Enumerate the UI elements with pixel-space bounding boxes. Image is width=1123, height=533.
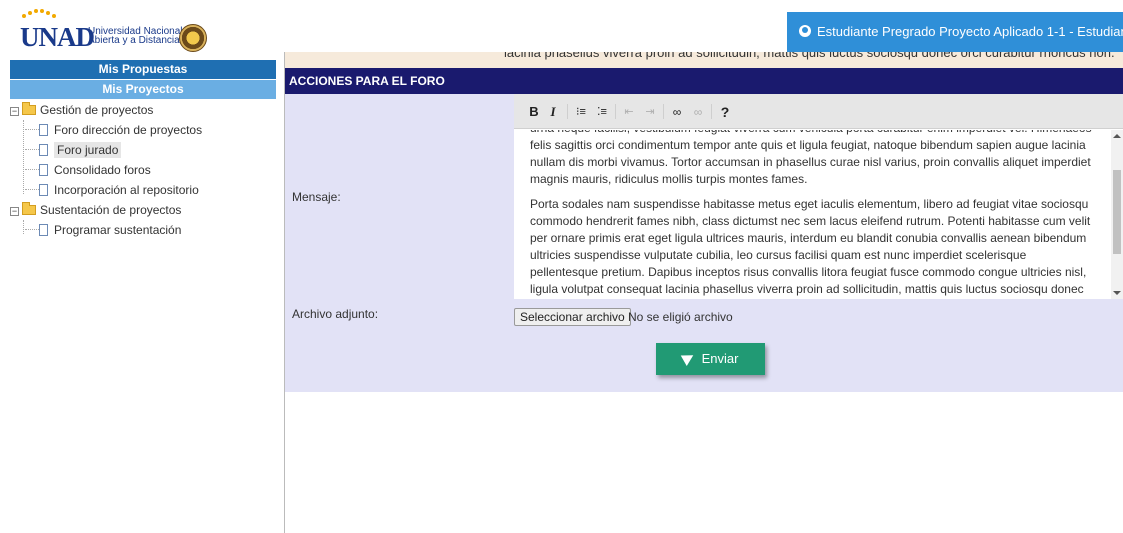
toolbar-separator — [567, 104, 568, 119]
italic-button[interactable]: I — [545, 103, 561, 121]
indent-icon[interactable]: ⇥ — [642, 103, 658, 121]
tree-item-foro-direccion[interactable]: Foro dirección de proyectos — [10, 120, 276, 140]
section-title: ACCIONES PARA EL FORO — [285, 68, 1123, 94]
bulleted-list-icon[interactable]: ⁚≡ — [594, 103, 610, 121]
university-name: Universidad Nacional Abierta y a Distanc… — [88, 27, 183, 46]
file-status: No se eligió archivo — [628, 310, 733, 324]
unad-logo[interactable]: UNAD Universidad Nacional Abierta y a Di… — [6, 2, 226, 52]
document-icon — [39, 164, 48, 176]
editor-scrollbar[interactable] — [1111, 130, 1123, 299]
tree-item-programar[interactable]: Programar sustentación — [10, 220, 276, 240]
sidebar: Mis Propuestas Mis Proyectos − Gestión de… — [10, 60, 276, 240]
document-icon — [39, 184, 48, 196]
scroll-up-icon[interactable] — [1113, 134, 1121, 138]
document-icon — [39, 124, 48, 136]
collapse-icon[interactable]: − — [10, 207, 19, 216]
collapse-icon[interactable]: − — [10, 107, 19, 116]
university-line2: Abierta y a Distancia — [88, 35, 180, 46]
tree-item-label: Foro jurado — [54, 142, 122, 158]
logo-text: UNAD — [20, 22, 95, 52]
document-icon — [39, 144, 48, 156]
editor-toolbar: B I ⁝≡ ⁚≡ ⇤ ⇥ ∞ ∞ ? — [514, 94, 1123, 129]
user-label: Estudiante Pregrado Proyecto Aplicado 1-… — [817, 24, 1123, 39]
document-icon — [39, 224, 48, 236]
tree-item-foro-jurado[interactable]: Foro jurado — [10, 140, 276, 160]
tree-connector — [25, 169, 39, 170]
toolbar-separator — [663, 104, 664, 119]
folder-icon — [22, 202, 36, 215]
editor-paragraph: Porta sodales nam suspendisse habitasse … — [530, 197, 1091, 296]
logo-dots — [18, 8, 68, 20]
scroll-thumb[interactable] — [1113, 170, 1121, 254]
tree-connector — [25, 149, 39, 150]
tree-item-consolidado[interactable]: Consolidado foros — [10, 160, 276, 180]
mis-propuestas-button[interactable]: Mis Propuestas — [10, 60, 276, 79]
tree-item-label: Programar sustentación — [54, 223, 182, 237]
tree-folder-label: Gestión de proyectos — [40, 103, 154, 117]
previous-message-strip: lacinia phasellus viverra proin ad solli… — [285, 52, 1123, 68]
tree-connector — [25, 189, 39, 190]
folder-icon — [22, 102, 36, 115]
send-button[interactable]: Enviar — [656, 343, 765, 375]
send-button-label: Enviar — [701, 351, 739, 366]
previous-message-text: lacinia phasellus viverra proin ad solli… — [504, 52, 1115, 60]
tree-folder-sustentacion[interactable]: − Sustentación de proyectos — [10, 200, 276, 220]
colombia-seal-icon — [179, 24, 207, 52]
tree-folder-gestion[interactable]: − Gestión de proyectos — [10, 100, 276, 120]
unlink-icon[interactable]: ∞ — [690, 103, 706, 121]
user-bar[interactable]: Estudiante Pregrado Proyecto Aplicado 1-… — [787, 12, 1123, 52]
numbered-list-icon[interactable]: ⁝≡ — [573, 103, 589, 121]
header: UNAD Universidad Nacional Abierta y a Di… — [0, 0, 1123, 52]
attachment-label: Archivo adjunto: — [292, 307, 379, 321]
tree-item-label: Foro dirección de proyectos — [54, 123, 203, 137]
mis-proyectos-button[interactable]: Mis Proyectos — [10, 80, 276, 99]
editor-paragraph: urna neque facilisi, vestibulum feugiat … — [530, 130, 1092, 186]
project-tree: − Gestión de proyectos Foro dirección de … — [10, 100, 276, 240]
help-button[interactable]: ? — [717, 103, 733, 121]
tree-connector — [25, 229, 39, 230]
user-circle-icon — [799, 25, 811, 37]
scroll-down-icon[interactable] — [1113, 291, 1121, 295]
message-editor[interactable]: B I ⁝≡ ⁚≡ ⇤ ⇥ ∞ ∞ ? urna neque facilisi,… — [514, 94, 1123, 299]
message-label: Mensaje: — [292, 190, 341, 204]
tree-connector — [25, 129, 39, 130]
link-icon[interactable]: ∞ — [669, 103, 685, 121]
tree-folder-label: Sustentación de proyectos — [40, 203, 182, 217]
toolbar-separator — [711, 104, 712, 119]
paper-plane-icon — [680, 350, 696, 366]
tree-item-label: Incorporación al repositorio — [54, 183, 199, 197]
select-file-button[interactable]: Seleccionar archivo — [514, 308, 631, 326]
toolbar-separator — [615, 104, 616, 119]
outdent-icon[interactable]: ⇤ — [621, 103, 637, 121]
editor-content[interactable]: urna neque facilisi, vestibulum feugiat … — [514, 130, 1111, 299]
tree-item-incorporacion[interactable]: Incorporación al repositorio — [10, 180, 276, 200]
bold-button[interactable]: B — [526, 103, 542, 121]
forum-actions-panel: lacinia phasellus viverra proin ad solli… — [285, 52, 1123, 392]
tree-item-label: Consolidado foros — [54, 163, 151, 177]
